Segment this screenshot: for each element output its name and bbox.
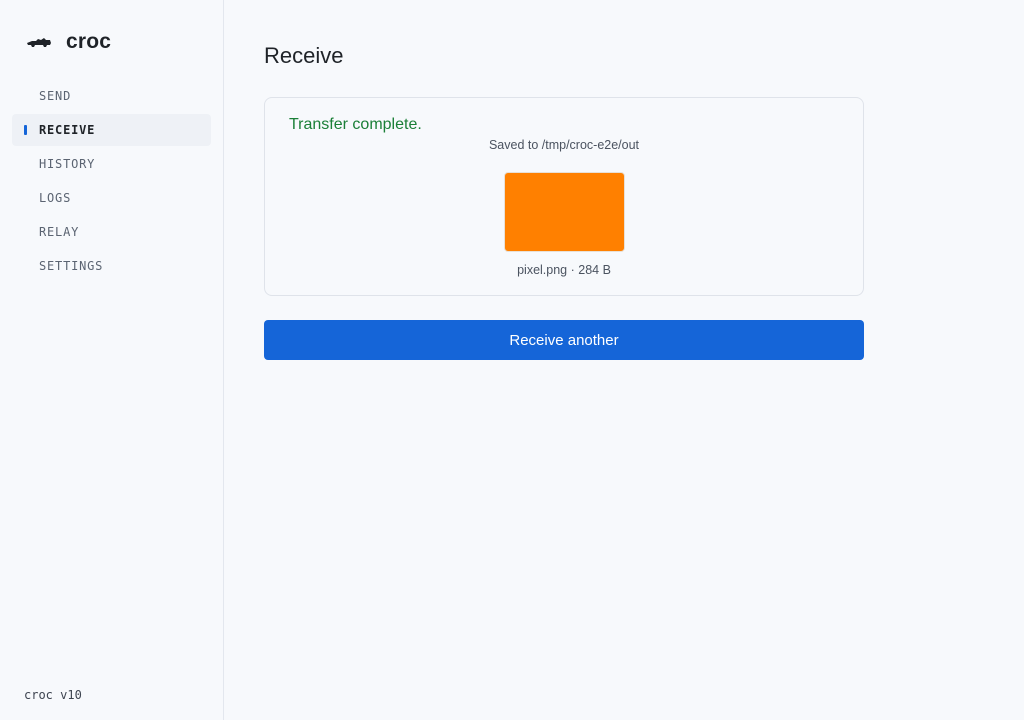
sidebar-item-receive[interactable]: RECEIVE xyxy=(12,114,211,146)
crocodile-icon xyxy=(27,38,51,47)
file-preview-image[interactable] xyxy=(504,172,625,252)
app-window: croc SEND RECEIVE HISTORY LOGS RELAY SET… xyxy=(0,0,1024,720)
app-version: croc v10 xyxy=(24,688,82,702)
sidebar-item-label: LOGS xyxy=(39,191,72,205)
sidebar-item-send[interactable]: SEND xyxy=(12,80,211,112)
sidebar-item-label: RECEIVE xyxy=(39,123,96,137)
transfer-result-card: Transfer complete. Saved to /tmp/croc-e2… xyxy=(264,97,864,296)
brand: croc xyxy=(26,28,111,56)
sidebar-item-relay[interactable]: RELAY xyxy=(12,216,211,248)
sidebar: croc SEND RECEIVE HISTORY LOGS RELAY SET… xyxy=(0,0,224,720)
app-name: croc xyxy=(66,30,112,53)
saved-path: Saved to /tmp/croc-e2e/out xyxy=(488,138,640,152)
sidebar-item-history[interactable]: HISTORY xyxy=(12,148,211,180)
sidebar-nav: SEND RECEIVE HISTORY LOGS RELAY SETTINGS xyxy=(12,80,211,284)
sidebar-item-logs[interactable]: LOGS xyxy=(12,182,211,214)
transfer-status: Transfer complete. xyxy=(289,116,422,133)
sidebar-item-label: SETTINGS xyxy=(39,259,104,273)
receive-another-button[interactable]: Receive another xyxy=(264,320,864,360)
sidebar-item-label: HISTORY xyxy=(39,157,96,171)
sidebar-item-label: RELAY xyxy=(39,225,80,239)
sidebar-item-label: SEND xyxy=(39,89,72,103)
sidebar-item-settings[interactable]: SETTINGS xyxy=(12,250,211,282)
page-title: Receive xyxy=(264,43,344,68)
main-content: Receive Transfer complete. Saved to /tmp… xyxy=(224,0,1024,720)
file-meta: pixel.png · 284 B xyxy=(517,263,611,277)
